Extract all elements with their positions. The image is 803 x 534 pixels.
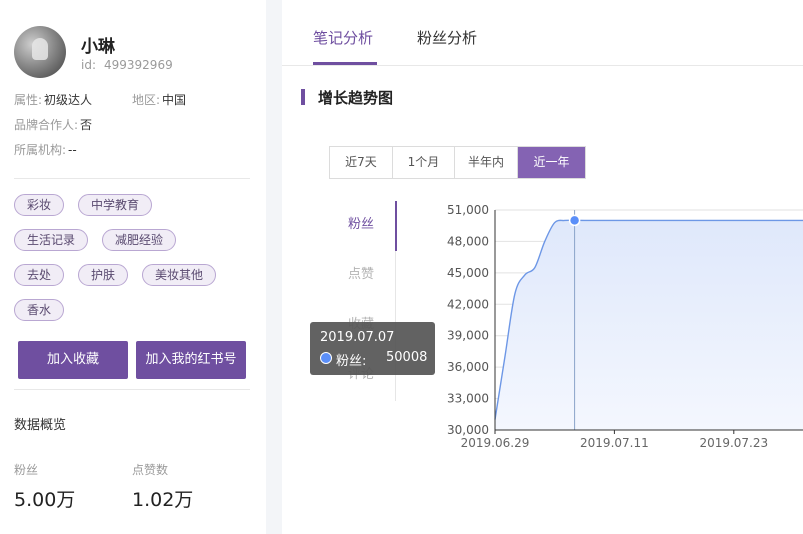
metric-tab-fans[interactable]: 粉丝 [348,213,374,232]
tag[interactable]: 彩妆 [14,194,65,216]
tab-divider [282,65,803,66]
tag[interactable]: 美妆其他 [142,264,217,286]
tag[interactable]: 香水 [14,299,65,321]
org-field: 所属机构: -- [14,141,77,158]
range-7-days[interactable]: 近7天 [330,147,393,178]
profile-panel: 小琳 id: 499392969 属性: 初级达人 地区: 中国 品牌合作人: 否 所属… [0,0,266,534]
attr-label: 属性: [14,93,43,107]
profile-id-value: 499392969 [104,58,173,72]
tooltip-date: 2019.07.07 [320,330,395,345]
add-redbook-button[interactable]: 加入我的红书号 [136,341,246,379]
range-1-month[interactable]: 1个月 [393,147,455,178]
active-tab-indicator [313,62,377,65]
chart-tooltip: 2019.07.07 粉丝: 50008 [310,322,435,375]
brand-partner-value: 否 [80,118,93,132]
tag[interactable]: 中学教育 [78,194,153,216]
brand-partner-field: 品牌合作人: 否 [14,116,92,133]
tag[interactable]: 去处 [14,264,65,286]
fans-label: 粉丝 [14,463,39,477]
range-half-year[interactable]: 半年内 [455,147,518,178]
tag[interactable]: 减肥经验 [102,229,177,251]
region-label: 地区: [132,93,161,107]
add-favorite-button[interactable]: 加入收藏 [18,341,128,379]
attr-value: 初级达人 [44,93,93,107]
divider [14,389,250,390]
metric-tab-indicator [395,201,397,251]
likes-label: 点赞数 [132,463,169,477]
tooltip-series-label: 粉丝 [336,354,363,369]
brand-partner-label: 品牌合作人: [14,118,79,132]
overview-title: 数据概览 [14,418,67,433]
profile-id-label: id: [81,58,96,72]
tag[interactable]: 护肤 [78,264,129,286]
tab-fans-analysis[interactable]: 粉丝分析 [417,27,477,48]
tab-note-analysis[interactable]: 笔记分析 [313,27,373,48]
org-value: -- [68,143,77,157]
attr-field: 属性: 初级达人 [14,91,92,108]
panel-gutter [266,0,282,534]
tooltip-series-name: 粉丝: [336,354,367,369]
divider [14,178,250,179]
metric-tab-likes[interactable]: 点赞 [348,263,374,282]
avatar [14,26,66,78]
range-selector: 近7天 1个月 半年内 近一年 [329,146,586,179]
tag[interactable]: 生活记录 [14,229,89,251]
likes-value: 1.02万 [132,489,194,511]
tooltip-value: 50008 [386,350,428,365]
tooltip-series-dot [320,352,332,364]
section-title: 增长趋势图 [318,89,394,107]
region-field: 地区: 中国 [132,91,186,108]
region-value: 中国 [162,93,187,107]
profile-id: id: 499392969 [81,58,173,72]
org-label: 所属机构: [14,143,67,157]
range-1-year[interactable]: 近一年 [518,147,585,178]
analysis-panel: 笔记分析 粉丝分析 增长趋势图 近7天 1个月 半年内 近一年 粉丝 点赞 收藏… [282,0,803,534]
profile-name: 小琳 [81,37,115,57]
fans-value: 5.00万 [14,489,76,511]
section-title-marker [301,89,305,105]
